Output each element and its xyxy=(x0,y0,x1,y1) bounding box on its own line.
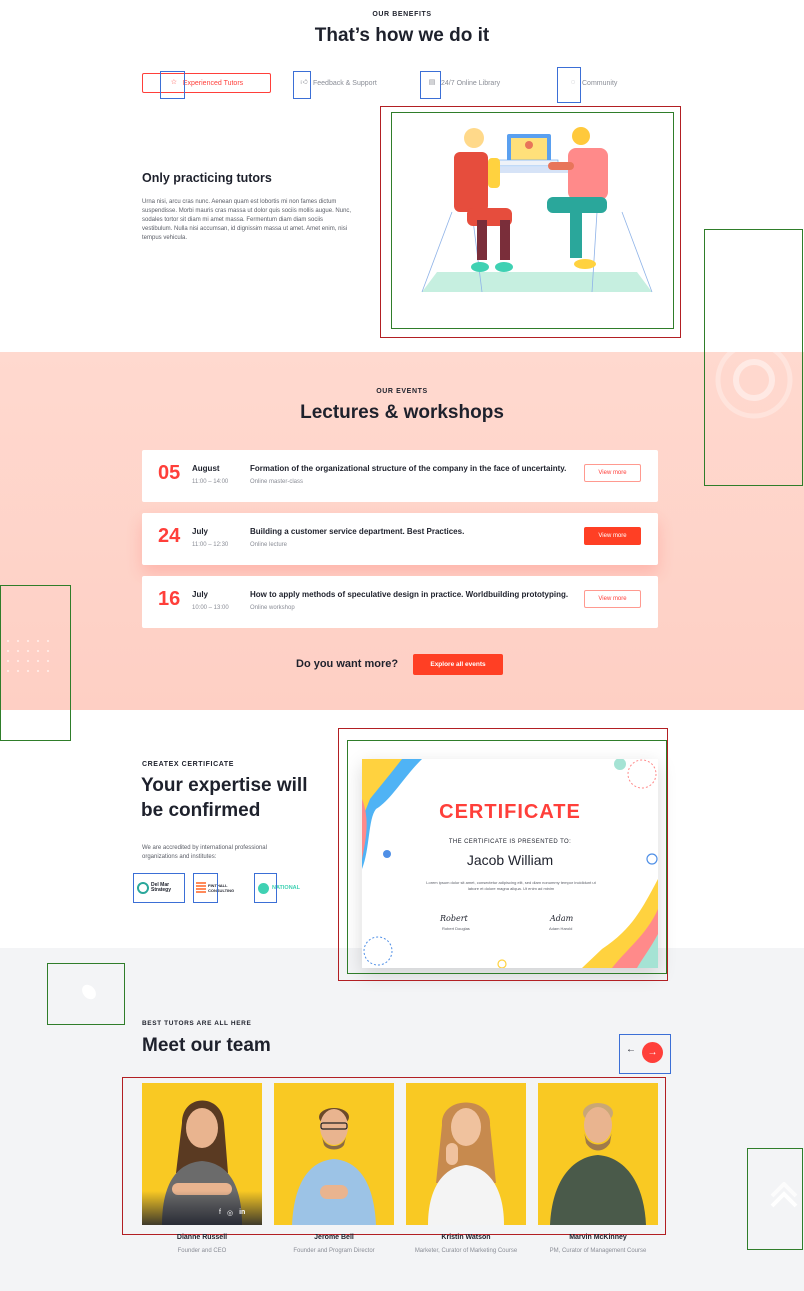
annotation-box xyxy=(0,585,71,741)
team-title: Meet our team xyxy=(142,1035,271,1056)
event-type: Online workshop xyxy=(250,605,295,611)
annotation-box xyxy=(293,71,311,99)
event-card: 16 July 10:00 – 13:00 How to apply metho… xyxy=(142,576,658,628)
event-time: 11:00 – 12:30 xyxy=(192,542,229,548)
event-time: 11:00 – 14:00 xyxy=(192,479,229,485)
annotation-box xyxy=(747,1148,803,1250)
events-eyebrow: OUR EVENTS xyxy=(376,388,428,395)
tab-feedback-support[interactable]: 👍︎ Feedback & Support xyxy=(300,73,377,93)
certificate-title-line1: Your expertise will xyxy=(141,775,308,796)
tab-label: Community xyxy=(582,79,618,87)
annotation-box xyxy=(47,963,125,1025)
member-role: PM, Curator of Management Course xyxy=(549,1248,647,1254)
panel-title: Only practicing tutors xyxy=(142,171,272,185)
event-day: 24 xyxy=(158,525,181,547)
certificate-title-line2: be confirmed xyxy=(141,800,261,821)
annotation-box xyxy=(133,873,185,903)
tab-label: Experienced Tutors xyxy=(182,79,244,87)
member-name: Kristin Watson xyxy=(441,1234,491,1241)
annotation-box xyxy=(122,1077,666,1235)
certificate-text: We are accredited by international profe… xyxy=(142,845,267,860)
more-events-text: Do you want more? xyxy=(296,658,399,670)
member-name: Jerome Bell xyxy=(314,1234,354,1241)
event-day: 16 xyxy=(158,588,181,610)
event-day: 05 xyxy=(158,462,181,484)
annotation-box xyxy=(420,71,441,99)
certificate-eyebrow: CREATEX CERTIFICATE xyxy=(142,761,235,768)
member-name: Marvin McKinney xyxy=(569,1234,627,1241)
team-eyebrow: BEST TUTORS ARE ALL HERE xyxy=(142,1020,252,1027)
event-month: July xyxy=(192,590,209,599)
benefits-title: That’s how we do it xyxy=(314,25,490,46)
annotation-box xyxy=(704,229,803,486)
tab-label: Feedback & Support xyxy=(313,79,377,87)
event-card: 24 July 11:00 – 12:30 Building a custome… xyxy=(142,513,658,565)
annotation-box xyxy=(160,71,185,99)
panel-text: Urna nisi, arcu cras nunc. Aenean quam e… xyxy=(142,199,352,241)
event-title: Building a customer service department. … xyxy=(250,527,465,536)
annotation-box xyxy=(380,106,681,338)
event-type: Online master-class xyxy=(250,479,304,485)
annotation-box xyxy=(338,728,668,981)
annotation-box xyxy=(193,873,218,903)
event-time: 10:00 – 13:00 xyxy=(192,605,229,611)
member-name: Dianne Russell xyxy=(176,1234,228,1241)
annotation-box xyxy=(254,873,277,903)
event-type: Online lecture xyxy=(250,542,288,548)
event-title: Formation of the organizational structur… xyxy=(250,464,567,473)
events-title: Lectures & workshops xyxy=(300,402,504,423)
annotation-box xyxy=(619,1034,671,1074)
event-month: August xyxy=(192,464,220,473)
tab-label: 24/7 Online Library xyxy=(441,79,501,87)
benefits-eyebrow: OUR BENEFITS xyxy=(372,11,432,18)
event-title: How to apply methods of speculative desi… xyxy=(250,590,569,599)
view-more-button[interactable]: View more xyxy=(584,527,641,545)
page: OUR BENEFITS That’s how we do it ☆ Exper… xyxy=(0,0,804,1291)
annotation-box xyxy=(557,67,581,103)
view-more-button[interactable]: View more xyxy=(584,464,641,482)
explore-events-button[interactable]: Explore all events xyxy=(413,654,503,675)
view-more-button[interactable]: View more xyxy=(584,590,641,608)
event-month: July xyxy=(192,527,209,536)
event-card: 05 August 11:00 – 14:00 Formation of the… xyxy=(142,450,658,502)
